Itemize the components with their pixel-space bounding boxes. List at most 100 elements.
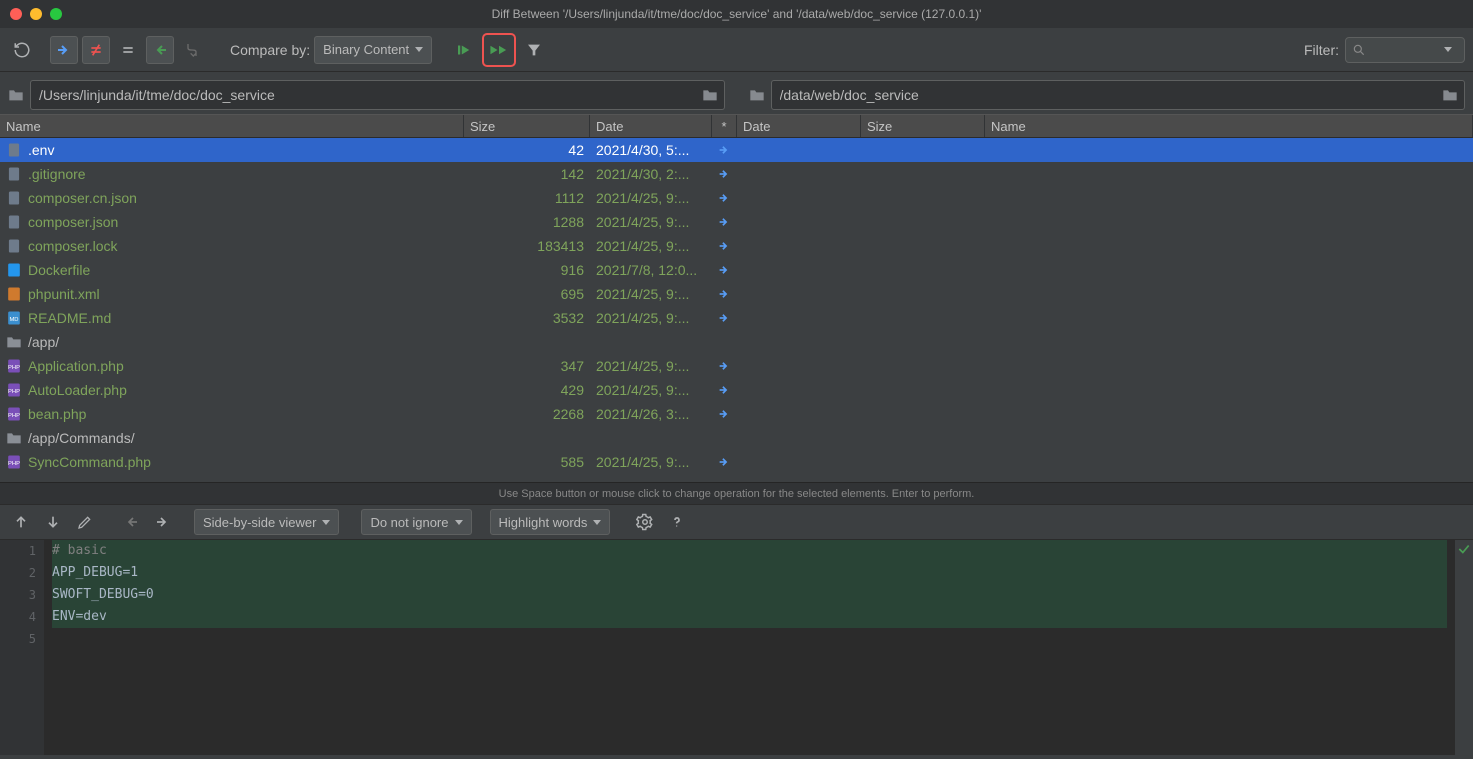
equal-button[interactable] — [114, 36, 142, 64]
sync-all-button[interactable] — [486, 37, 512, 63]
nav-back-button[interactable] — [118, 509, 144, 535]
filter-input[interactable] — [1370, 41, 1440, 58]
prev-diff-button[interactable] — [8, 509, 34, 535]
col-date-right[interactable]: Date — [737, 115, 861, 137]
sync-left-button[interactable] — [146, 36, 174, 64]
table-row[interactable]: PHPSyncCommand.php5852021/4/25, 9:... — [0, 450, 1473, 474]
row-operation[interactable] — [712, 143, 737, 157]
file-date: 2021/4/25, 9:... — [590, 454, 712, 470]
compare-by-dropdown[interactable]: Binary Content — [314, 36, 432, 64]
table-row[interactable]: /app/ — [0, 330, 1473, 354]
col-name-right[interactable]: Name — [985, 115, 1473, 137]
browse-folder-icon[interactable] — [1442, 88, 1458, 102]
table-row[interactable]: PHPApplication.php3472021/4/25, 9:... — [0, 354, 1473, 378]
file-name: README.md — [28, 310, 111, 326]
file-date: 2021/4/26, 3:... — [590, 406, 712, 422]
code-line[interactable] — [52, 628, 1447, 650]
diff-viewer-toolbar: Side-by-side viewer Do not ignore Highli… — [0, 504, 1473, 540]
ignore-mode-dropdown[interactable]: Do not ignore — [361, 509, 471, 535]
maximize-window-button[interactable] — [50, 8, 62, 20]
table-row[interactable]: MDREADME.md35322021/4/25, 9:... — [0, 306, 1473, 330]
window-title: Diff Between '/Users/linjunda/it/tme/doc… — [0, 7, 1473, 21]
code-line[interactable]: SWOFT_DEBUG=0 — [52, 584, 1447, 606]
row-operation[interactable] — [712, 215, 737, 229]
left-path-box[interactable] — [30, 80, 725, 110]
col-size-right[interactable]: Size — [861, 115, 985, 137]
line-number: 5 — [0, 628, 36, 650]
code-line[interactable]: APP_DEBUG=1 — [52, 562, 1447, 584]
highlighted-sync-all-button — [482, 33, 516, 67]
file-name: composer.lock — [28, 238, 117, 254]
settings-button[interactable] — [632, 509, 658, 535]
help-button[interactable] — [664, 509, 690, 535]
code-line[interactable]: # basic — [52, 540, 1447, 562]
main-toolbar: Compare by: Binary Content Filter: — [0, 28, 1473, 72]
right-path-input[interactable] — [778, 86, 1437, 104]
table-row[interactable]: phpunit.xml6952021/4/25, 9:... — [0, 282, 1473, 306]
file-size: 347 — [464, 358, 590, 374]
table-row[interactable]: /app/Commands/ — [0, 426, 1473, 450]
col-size-left[interactable]: Size — [464, 115, 590, 137]
table-row[interactable]: .env422021/4/30, 5:... — [0, 138, 1473, 162]
table-row[interactable]: PHPbean.php22682021/4/26, 3:... — [0, 402, 1473, 426]
folder-icon — [8, 88, 24, 102]
refresh-button[interactable] — [8, 36, 36, 64]
row-operation[interactable] — [712, 407, 737, 421]
highlight-mode-dropdown[interactable]: Highlight words — [490, 509, 611, 535]
line-number: 3 — [0, 584, 36, 606]
browse-folder-icon[interactable] — [702, 88, 718, 102]
code-line[interactable]: ENV=dev — [52, 606, 1447, 628]
col-operation[interactable]: * — [712, 115, 737, 137]
file-name: SyncCommand.php — [28, 454, 151, 470]
row-operation[interactable] — [712, 311, 737, 325]
not-equal-button[interactable] — [82, 36, 110, 64]
file-date: 2021/4/25, 9:... — [590, 190, 712, 206]
row-operation[interactable] — [712, 359, 737, 373]
row-operation[interactable] — [712, 287, 737, 301]
sync-right-button[interactable] — [50, 36, 78, 64]
file-name: /app/ — [28, 334, 59, 350]
file-name: composer.json — [28, 214, 118, 230]
editor-code[interactable]: # basicAPP_DEBUG=1SWOFT_DEBUG=0ENV=dev — [44, 540, 1455, 755]
file-icon — [6, 334, 22, 350]
file-date: 2021/4/25, 9:... — [590, 238, 712, 254]
file-icon — [6, 190, 22, 206]
viewer-mode-dropdown[interactable]: Side-by-side viewer — [194, 509, 339, 535]
editor-marker-bar[interactable] — [1455, 540, 1473, 755]
table-row[interactable]: composer.lock1834132021/4/25, 9:... — [0, 234, 1473, 258]
nav-forward-button[interactable] — [150, 509, 176, 535]
file-size: 695 — [464, 286, 590, 302]
diff-editor[interactable]: 12345 # basicAPP_DEBUG=1SWOFT_DEBUG=0ENV… — [0, 540, 1473, 755]
file-icon — [6, 214, 22, 230]
filter-icon-button[interactable] — [520, 36, 548, 64]
table-row[interactable]: PHPAutoLoader.php4292021/4/25, 9:... — [0, 378, 1473, 402]
file-date: 2021/4/25, 9:... — [590, 382, 712, 398]
row-operation[interactable] — [712, 455, 737, 469]
file-size: 42 — [464, 142, 590, 158]
row-operation[interactable] — [712, 239, 737, 253]
file-date: 2021/4/25, 9:... — [590, 286, 712, 302]
right-path-box[interactable] — [771, 80, 1466, 110]
table-row[interactable]: .gitignore1422021/4/30, 2:... — [0, 162, 1473, 186]
merge-button[interactable] — [178, 36, 206, 64]
row-operation[interactable] — [712, 263, 737, 277]
chevron-down-icon — [322, 520, 330, 525]
next-diff-button[interactable] — [40, 509, 66, 535]
row-operation[interactable] — [712, 167, 737, 181]
highlight-mode-value: Highlight words — [499, 515, 588, 530]
table-row[interactable]: composer.cn.json11122021/4/25, 9:... — [0, 186, 1473, 210]
row-operation[interactable] — [712, 191, 737, 205]
sync-selected-button[interactable] — [450, 36, 478, 64]
file-icon: MD — [6, 310, 22, 326]
left-path-input[interactable] — [37, 86, 696, 104]
row-operation[interactable] — [712, 383, 737, 397]
table-row[interactable]: Dockerfile9162021/7/8, 12:0... — [0, 258, 1473, 282]
col-date-left[interactable]: Date — [590, 115, 712, 137]
minimize-window-button[interactable] — [30, 8, 42, 20]
col-name-left[interactable]: Name — [0, 115, 464, 137]
filter-search-box[interactable] — [1345, 37, 1465, 63]
edit-button[interactable] — [72, 509, 98, 535]
table-row[interactable]: composer.json12882021/4/25, 9:... — [0, 210, 1473, 234]
ignore-mode-value: Do not ignore — [370, 515, 448, 530]
close-window-button[interactable] — [10, 8, 22, 20]
